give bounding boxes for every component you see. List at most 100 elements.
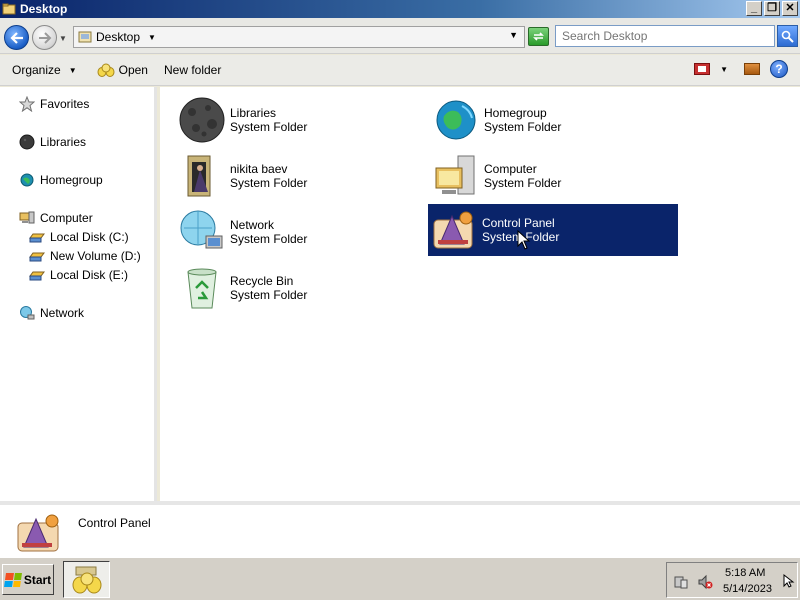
folder-window-icon [2, 3, 16, 15]
help-icon[interactable]: ? [770, 60, 788, 78]
nav-computer[interactable]: Computer [19, 210, 93, 226]
search-input[interactable] [562, 29, 774, 43]
taskbar: Start 5:18 AM 5/14/2023 [0, 557, 800, 600]
search-button[interactable] [777, 25, 798, 47]
back-button[interactable] [4, 25, 29, 50]
back-arrow-icon [9, 31, 23, 44]
clock-date[interactable]: 5/14/2023 [723, 583, 772, 595]
crumb-dropdown-icon[interactable]: ▼ [148, 33, 156, 42]
maximize-button[interactable]: ❐ [764, 1, 780, 16]
nav-homegroup-label: Homegroup [40, 173, 103, 187]
libraries-icon [19, 134, 35, 150]
computer-icon [19, 210, 35, 226]
organize-label: Organize [12, 63, 61, 77]
network-icon [19, 305, 35, 321]
nav-libraries[interactable]: Libraries [19, 134, 86, 150]
nav-network-label: Network [40, 306, 85, 320]
chevron-down-icon: ▼ [68, 65, 77, 75]
address-dropdown-icon[interactable]: ▼ [509, 30, 518, 40]
nav-drive-d[interactable]: New Volume (D:) [29, 248, 141, 264]
network-icon [176, 206, 228, 258]
item-type: System Folder [484, 120, 562, 134]
item-name: Libraries [230, 106, 277, 120]
item-homegroup[interactable]: Homegroup System Folder [430, 94, 680, 146]
details-item-name: Control Panel [78, 516, 151, 530]
nav-computer-label: Computer [40, 211, 93, 225]
refresh-icon [533, 32, 544, 41]
item-type: System Folder [230, 232, 308, 246]
item-name: Control Panel [482, 216, 555, 230]
item-network[interactable]: Network System Folder [176, 206, 426, 258]
nav-libraries-label: Libraries [40, 135, 87, 149]
new-folder-button[interactable]: New folder [158, 58, 227, 82]
user-folder-icon [176, 150, 228, 202]
drive-icon [29, 229, 45, 245]
clock-time[interactable]: 5:18 AM [725, 567, 765, 579]
window-title: Desktop [20, 2, 68, 16]
drive-c-label: Local Disk (C:) [50, 230, 129, 244]
item-name: Homegroup [484, 106, 547, 120]
homegroup-icon [430, 94, 482, 146]
item-libraries[interactable]: Libraries System Folder [176, 94, 426, 146]
item-recycle-bin[interactable]: Recycle Bin System Folder [176, 262, 426, 314]
command-bar: Organize ▼ Open New folder ▼ ? [0, 55, 800, 86]
nav-network[interactable]: Network [19, 305, 84, 321]
show-desktop-icon[interactable] [781, 573, 797, 589]
windows-logo-icon [3, 572, 22, 587]
computer-icon [430, 150, 482, 202]
item-type: System Folder [230, 176, 308, 190]
organize-button[interactable]: Organize ▼ [6, 58, 83, 82]
file-list: Libraries System Folder Homegroup System… [160, 87, 800, 501]
navigation-pane: Favorites Libraries Homegroup Computer L… [0, 87, 157, 501]
nav-drive-e[interactable]: Local Disk (E:) [29, 267, 128, 283]
search-field[interactable] [555, 25, 775, 47]
control-panel-icon [17, 514, 59, 552]
nav-drive-c[interactable]: Local Disk (C:) [29, 229, 129, 245]
explorer-icon [72, 566, 101, 593]
search-icon [781, 30, 794, 43]
address-row: ▼ Desktop ▼ ▼ [0, 18, 800, 54]
details-pane: Control Panel [0, 501, 800, 557]
address-bar[interactable]: Desktop ▼ ▼ [73, 26, 525, 48]
system-tray: 5:18 AM 5/14/2023 [666, 562, 798, 598]
window-controls: _ ❐ ✕ [746, 1, 798, 16]
item-control-panel[interactable]: Control Panel System Folder [428, 204, 678, 256]
libraries-icon [176, 94, 228, 146]
new-folder-label: New folder [163, 63, 222, 77]
forward-button[interactable] [32, 25, 57, 50]
recent-pages-dropdown[interactable]: ▼ [59, 34, 67, 43]
item-name: Computer [484, 162, 537, 176]
item-user-folder[interactable]: nikita baev System Folder [176, 150, 426, 202]
open-icon [97, 63, 115, 77]
item-computer[interactable]: Computer System Folder [430, 150, 680, 202]
drive-icon [29, 267, 45, 283]
drive-d-label: New Volume (D:) [50, 249, 141, 263]
nav-homegroup[interactable]: Homegroup [19, 172, 103, 188]
taskbar-explorer-button[interactable] [63, 561, 110, 598]
minimize-button[interactable]: _ [746, 1, 762, 16]
address-crumb[interactable]: Desktop [96, 30, 140, 44]
volume-muted-icon[interactable] [697, 574, 713, 590]
nav-favorites[interactable]: Favorites [19, 96, 89, 112]
control-panel-icon [428, 204, 480, 256]
toolbar-right: ▼ ? [694, 60, 788, 78]
star-icon [19, 96, 35, 112]
globe-icon [19, 172, 35, 188]
view-options-dropdown-icon[interactable]: ▼ [720, 65, 728, 74]
start-button[interactable]: Start [2, 564, 54, 595]
start-label: Start [23, 572, 52, 587]
network-status-icon[interactable] [673, 574, 689, 590]
refresh-button[interactable] [528, 27, 549, 46]
nav-favorites-label: Favorites [40, 97, 90, 111]
title-bar[interactable]: Desktop _ ❐ ✕ [0, 0, 800, 18]
mouse-cursor-icon [517, 230, 531, 250]
item-name: Network [230, 218, 275, 232]
change-view-icon[interactable] [694, 63, 711, 75]
forward-arrow-icon [38, 31, 51, 44]
item-name: nikita baev [230, 162, 288, 176]
drive-icon [29, 248, 45, 264]
preview-pane-icon[interactable] [744, 63, 760, 75]
close-button[interactable]: ✕ [782, 1, 798, 16]
open-button[interactable]: Open [91, 58, 154, 82]
item-type: System Folder [230, 288, 308, 302]
